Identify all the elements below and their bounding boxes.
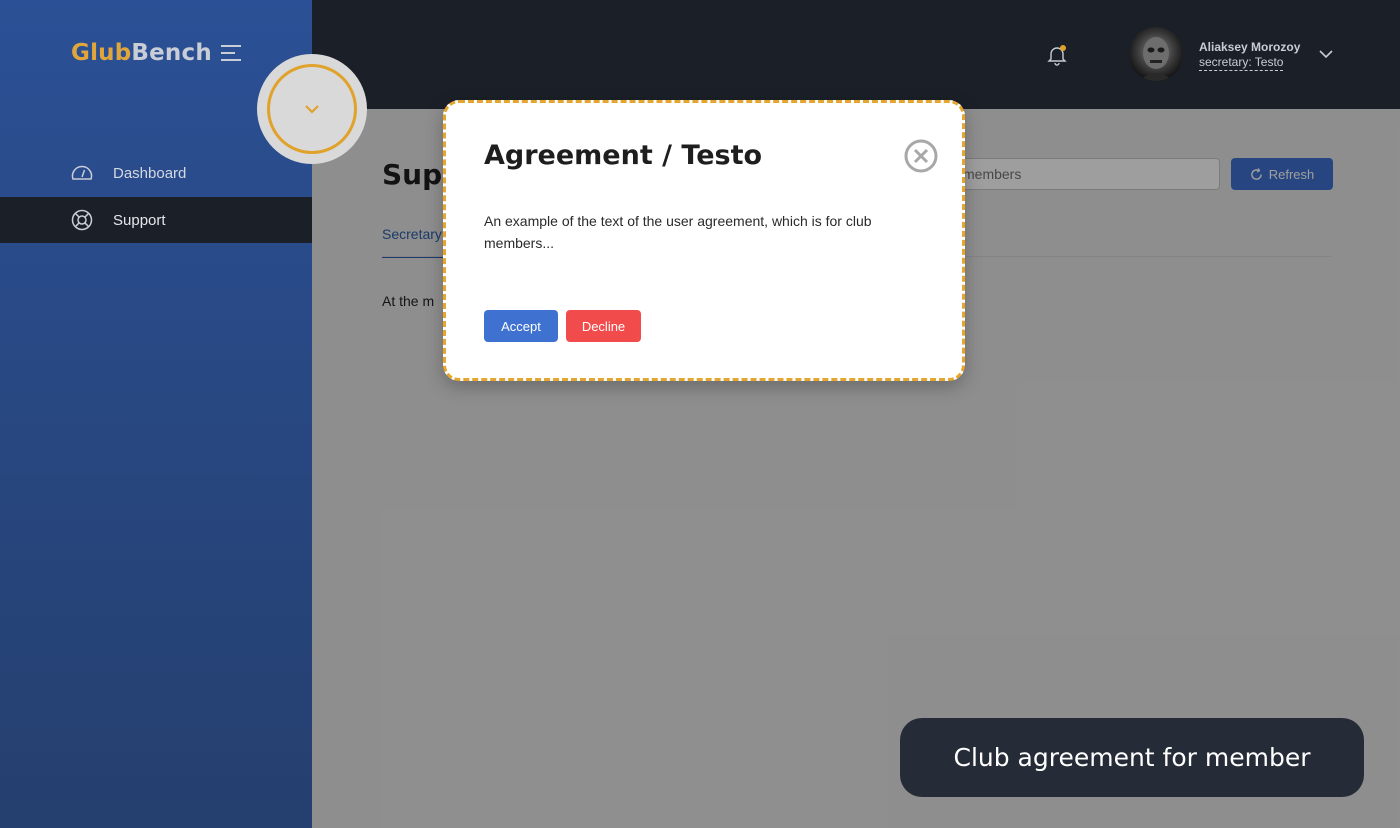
decline-button[interactable]: Decline — [566, 310, 641, 342]
sidebar-item-label: Dashboard — [113, 164, 187, 182]
chevron-down-icon — [305, 105, 319, 114]
brand-part-1: Glub — [71, 40, 132, 66]
user-name: Aliaksey Morozoy — [1199, 40, 1301, 54]
brand-part-2: Bench — [131, 40, 212, 66]
brand-logo[interactable]: GlubBench — [71, 40, 212, 66]
sidebar-item-dashboard[interactable]: Dashboard — [0, 150, 312, 196]
close-icon[interactable] — [903, 138, 939, 174]
chevron-down-icon[interactable] — [1318, 48, 1334, 60]
modal-body-text: An example of the text of the user agree… — [484, 213, 872, 251]
sidebar-item-label: Support — [113, 211, 166, 229]
sidebar-item-support[interactable]: Support — [0, 197, 312, 243]
collapse-toggle-button[interactable] — [267, 64, 357, 154]
agreement-modal: Agreement / Testo An example of the text… — [443, 100, 965, 381]
user-role-link[interactable]: secretary: Testo — [1199, 55, 1284, 71]
menu-icon[interactable] — [221, 45, 243, 63]
speedometer-icon — [71, 165, 93, 180]
caption-banner: Club agreement for member — [900, 718, 1364, 797]
lifebuoy-icon — [71, 209, 93, 231]
accept-button[interactable]: Accept — [484, 310, 558, 342]
modal-title: Agreement / Testo — [484, 140, 763, 171]
avatar[interactable] — [1129, 27, 1183, 81]
bell-icon[interactable] — [1046, 44, 1068, 66]
